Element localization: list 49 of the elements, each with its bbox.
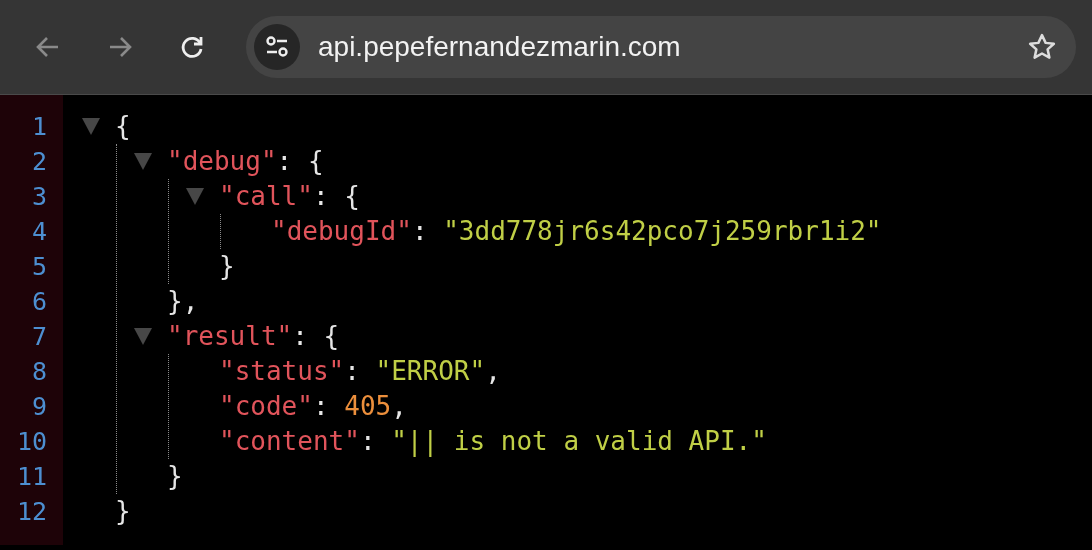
json-key: "debugId" [271, 214, 412, 249]
disclosure-triangle-icon[interactable] [134, 328, 152, 345]
site-settings-button[interactable] [254, 24, 300, 70]
json-brace: } [219, 250, 235, 283]
json-key: "code" [219, 389, 313, 424]
disclosure-triangle-icon[interactable] [134, 153, 152, 170]
json-colon: : [276, 145, 294, 178]
json-key: "call" [219, 179, 313, 214]
json-string: "ERROR" [375, 355, 486, 388]
line-number: 8 [30, 356, 48, 388]
address-bar[interactable]: api.pepefernandezmarin.com [246, 16, 1076, 78]
line-number: 3 [30, 181, 48, 213]
line-number: 9 [30, 391, 48, 423]
json-colon: : [292, 320, 309, 353]
line-number: 6 [30, 286, 48, 318]
line-number: 2 [30, 146, 48, 178]
json-brace: } [115, 495, 131, 528]
line-number: 10 [15, 426, 48, 458]
json-colon: : [359, 425, 377, 458]
disclosure-triangle-icon[interactable] [186, 188, 204, 205]
json-number: 405 [344, 390, 392, 423]
line-number: 1 [30, 111, 48, 143]
line-number: 11 [15, 461, 48, 493]
reload-icon [179, 34, 205, 60]
json-colon: : [312, 390, 330, 423]
json-colon: : [411, 215, 429, 248]
json-key: "content" [219, 424, 360, 459]
json-key: "result" [167, 319, 293, 354]
json-brace: { [344, 180, 360, 213]
json-brace: { [323, 320, 340, 353]
json-comma: , [391, 390, 407, 423]
json-key: "status" [219, 354, 345, 389]
line-number: 5 [30, 251, 48, 283]
json-string: "|| is not a valid API." [391, 425, 767, 459]
json-brace: } [167, 460, 183, 493]
json-brace: }, [167, 285, 199, 318]
tune-icon [265, 36, 289, 58]
json-key: "debug" [167, 144, 277, 179]
json-brace: { [307, 145, 324, 178]
url-text: api.pepefernandezmarin.com [318, 31, 682, 63]
json-colon: : [312, 180, 330, 213]
line-number: 12 [15, 496, 48, 528]
line-number: 7 [30, 321, 48, 353]
disclosure-triangle-icon[interactable] [82, 118, 100, 135]
json-brace: { [115, 110, 131, 143]
json-comma: , [485, 355, 501, 388]
line-number: 4 [30, 216, 48, 248]
json-string: "3dd778jr6s42pco7j259rbr1i2" [443, 215, 882, 248]
json-colon: : [344, 355, 361, 388]
